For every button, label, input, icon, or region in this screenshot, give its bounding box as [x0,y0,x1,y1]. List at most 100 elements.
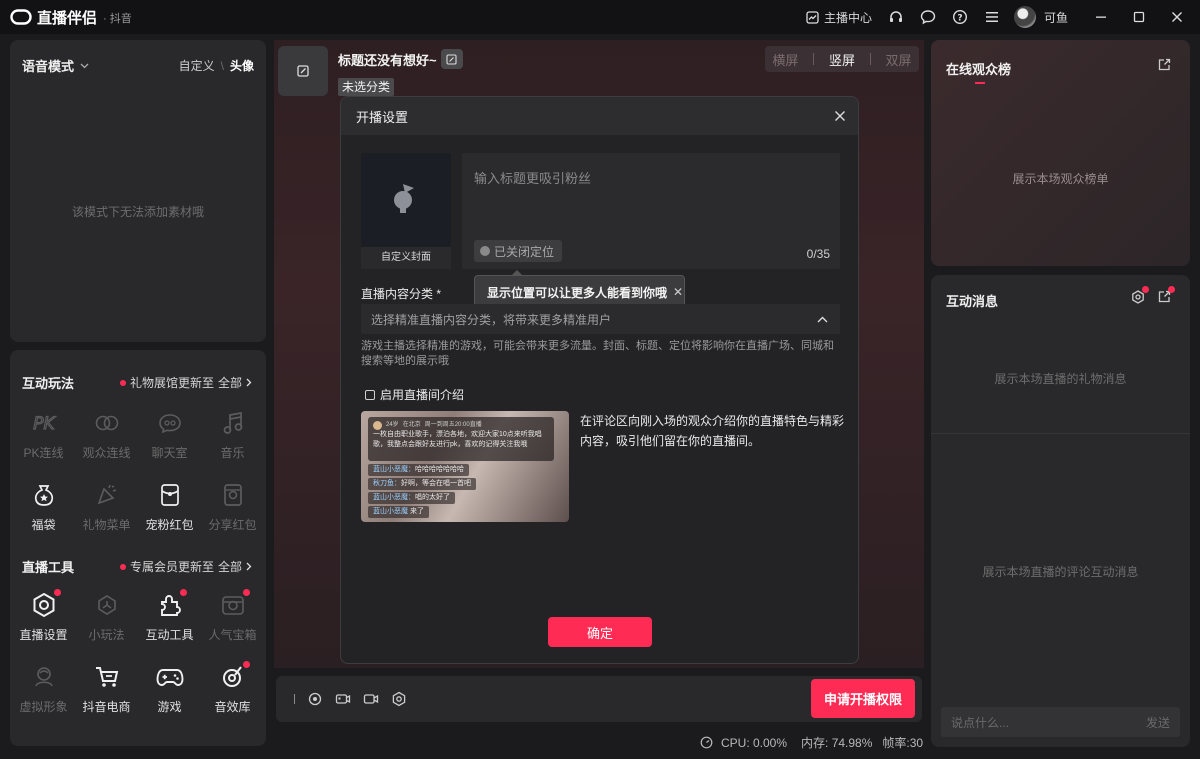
category-label: 直播内容分类 * [361,287,442,301]
category-select[interactable]: 选择精准直播内容分类，将带来更多精准用户 [361,304,840,334]
cover-label: 自定义封面 [361,247,451,269]
screen-mode-dual[interactable]: 双屏 [886,50,912,69]
music-icon [218,408,248,438]
notice-dot [119,379,126,386]
headset-icon[interactable] [880,0,912,34]
tool-item[interactable]: 直播设置 [12,584,75,656]
notification-badge [1168,286,1175,293]
cpu-usage: CPU: 0.00% [721,735,788,750]
preview-message: 蓝山小恶魔：唱的太好了 [368,492,455,504]
tool-item[interactable]: 宠粉红包 [138,474,201,546]
intro-preview-image: 24岁 在北京 周一到周五20:00直播 一枚自由职业歌手，漂泊各地，欢迎大家1… [361,411,569,522]
interactive-notice: 礼物展馆更新至 [129,376,214,390]
settings-hexagon-icon[interactable] [391,691,407,707]
edit-cover-button[interactable] [278,46,328,96]
anchor-center-label: 主播中心 [823,10,872,25]
bottom-toolbar: 申请开播权限 [276,676,922,722]
tool-item[interactable]: 音效库 [201,656,264,728]
help-icon[interactable]: ? [944,0,976,34]
popout-icon[interactable] [1157,286,1175,304]
user-profile[interactable]: 可鱼 [1013,6,1068,28]
tooltip-close-icon[interactable]: ✕ [673,285,683,299]
live-tools-title: 直播工具 [22,560,75,575]
interactive-all-link[interactable]: 礼物展馆更新至 全部 [119,374,252,391]
panel-divider [931,433,1190,434]
tool-item[interactable]: 小玩法 [75,584,138,656]
performance-icon[interactable] [700,736,713,749]
chevron-right-icon [246,378,252,387]
location-toggle[interactable]: 已关闭定位 [474,240,563,262]
intro-checkbox[interactable]: 启用直播间介绍 [365,386,464,403]
apply-live-permission-button[interactable]: 申请开播权限 [811,679,915,718]
beauty-filter-icon[interactable] [307,691,323,707]
tool-item[interactable]: 观众连线 [75,402,138,474]
tool-item[interactable]: 游戏 [138,656,201,728]
preview-intro-card: 24岁 在北京 周一到周五20:00直播 一枚自由职业歌手，漂泊各地，欢迎大家1… [368,417,554,461]
chevron-down-icon [80,63,89,69]
tool-label: 互动工具 [145,628,194,642]
send-button[interactable]: 发送 [1146,714,1170,731]
tool-label: 人气宝箱 [208,628,257,642]
share-red-packet-icon [218,480,248,510]
maximize-icon [1133,11,1145,23]
comment-input[interactable]: 说点什么... 发送 [941,707,1180,737]
cover-placeholder-icon [392,179,420,215]
notice-dot [119,563,126,570]
minimize-button[interactable] [1082,0,1120,34]
title-input[interactable]: 输入标题更吸引粉丝 已关闭定位 0/35 [462,153,840,269]
category-tag[interactable]: 未选分类 [338,78,395,96]
custom-link[interactable]: 自定义 [179,57,215,74]
screen-mode-landscape[interactable]: 横屏 [772,50,798,69]
toggle-divider [813,53,815,65]
svg-text:PK: PK [33,414,56,433]
tool-item[interactable]: PK PK连线 [12,402,75,474]
voice-mode-dropdown[interactable]: 语音模式 [22,56,89,75]
custom-cover-button[interactable]: 自定义封面 [361,153,451,269]
comment-empty-hint: 展示本场直播的评论互动消息 [982,565,1139,579]
camera-icon[interactable] [363,691,379,707]
tool-label: 直播设置 [19,628,68,642]
edit-title-button[interactable] [440,49,463,69]
settings-icon[interactable] [1131,286,1149,304]
live-tools-all-link[interactable]: 专属会员更新至 全部 [119,558,252,575]
comment-placeholder: 说点什么... [951,715,1010,730]
interactive-all-label: 全部 [217,376,242,390]
voice-mode-panel: 语音模式 自定义 \ 头像 该模式下无法添加素材哦 [10,40,266,342]
intro-description: 在评论区向刚入场的观众介绍你的直播特色与精彩内容，吸引他们留在你的直播间。 [580,414,845,448]
screen-capture-icon[interactable] [335,691,351,707]
tool-item[interactable]: 虚拟形象 [12,656,75,728]
close-icon [834,110,846,122]
app-logo-icon [10,9,32,25]
confirm-button[interactable]: 确定 [548,617,652,647]
messages-panel: 互动消息 展示本场直播的礼物消息 展示本场直播的评论互动消息 说点什么... 发… [931,275,1190,747]
popularity-box-icon [218,589,250,620]
tool-item[interactable]: 分享红包 [201,474,264,546]
popout-icon[interactable] [1157,58,1171,72]
close-window-button[interactable] [1158,0,1196,34]
tool-item[interactable]: 音乐 [201,402,264,474]
tool-item[interactable]: 福袋 [12,474,75,546]
tool-item[interactable]: 互动工具 [138,584,201,656]
tool-item[interactable]: 聊天室 [138,402,201,474]
screen-mode-portrait[interactable]: 竖屏 [829,50,855,69]
chat-room-icon [155,408,185,438]
tool-label: 音效库 [214,700,251,714]
avatar-link[interactable]: 头像 [230,57,254,74]
menu-icon[interactable] [976,0,1008,34]
modal-close-button[interactable] [834,110,846,122]
tool-item[interactable]: 礼物菜单 [75,474,138,546]
maximize-button[interactable] [1120,0,1158,34]
message-icon[interactable] [912,0,944,34]
anchor-center-link[interactable]: 主播中心 [806,9,872,26]
preview-message: 蓝山小恶魔 来了 [368,506,429,518]
tool-label: 音乐 [220,446,245,460]
status-line: CPU: 0.00% 内存: 74.98% 帧率:30 [700,734,923,751]
live-settings-modal: 开播设置 自定义封面 输入标题更吸引粉丝 已关闭定位 0/35 显示位置可以让更… [340,96,859,664]
avatar-figure-icon [29,662,59,692]
messages-title: 互动消息 [946,294,999,309]
tool-label: 礼物菜单 [82,518,131,532]
app-name: 直播伴侣 [37,9,98,27]
tool-item[interactable]: 抖音电商 [75,656,138,728]
tool-item[interactable]: 人气宝箱 [201,584,264,656]
tool-label: 游戏 [157,700,182,714]
